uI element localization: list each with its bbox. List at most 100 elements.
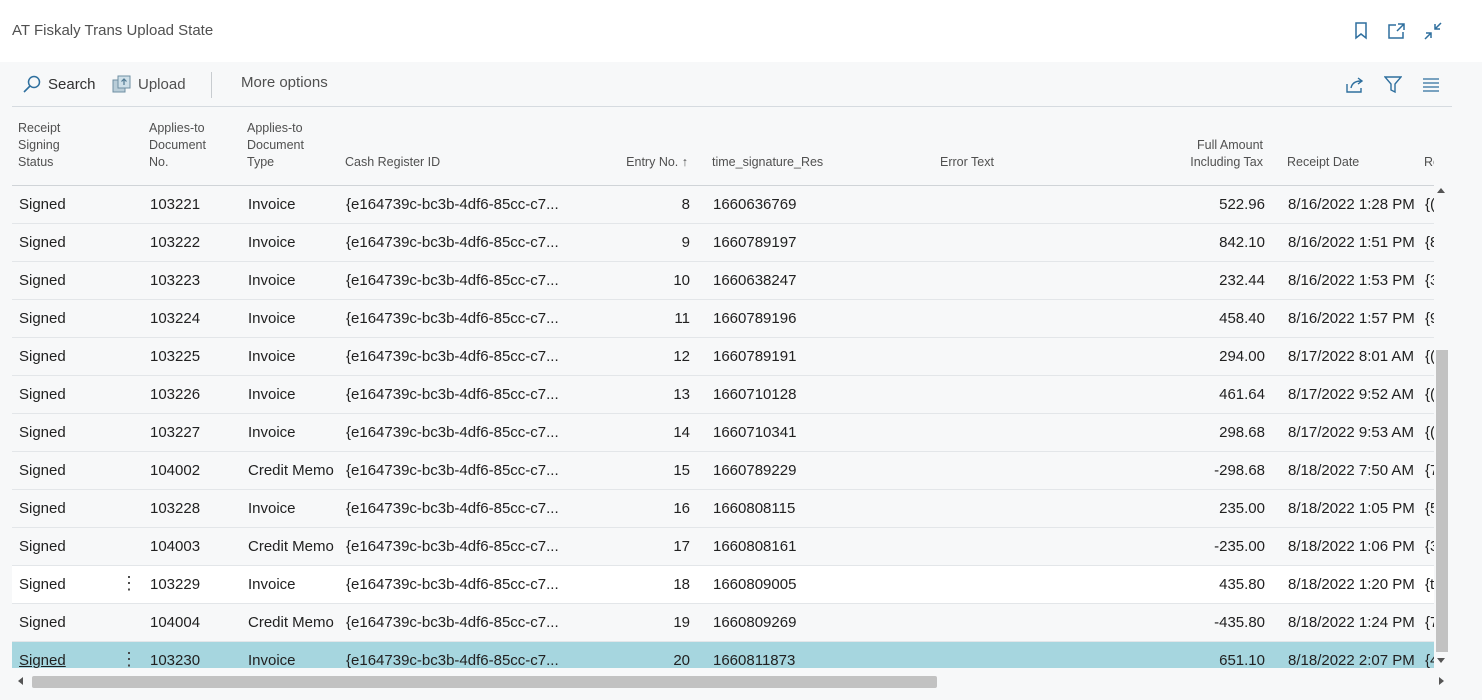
cell-receipt-signing-status[interactable]: Signed [19,576,114,593]
cell-full-amount: 651.10 [1219,652,1265,668]
bookmark-icon[interactable] [1350,20,1372,42]
cell-cash-register-id: {e164739c-bc3b-4df6-85cc-c7... [346,462,559,479]
scroll-right-arrow[interactable] [1439,677,1444,685]
table-row[interactable]: Signed 103230 Invoice {e164739c-bc3b-4df6-8… [12,642,1434,668]
cell-entry-no: 18 [673,576,690,593]
cell-document-type: Invoice [248,652,296,668]
cell-rece: {5 [1425,500,1434,517]
filter-icon[interactable] [1382,74,1404,96]
table-row[interactable]: Signed 103227 Invoice {e164739c-bc3b-4df6-8… [12,414,1434,452]
scroll-down-arrow[interactable] [1437,658,1445,663]
cell-receipt-signing-status[interactable]: Signed [19,348,114,365]
cell-receipt-date: 8/16/2022 1:53 PM [1288,272,1415,289]
cell-receipt-signing-status[interactable]: Signed [19,234,114,251]
cell-full-amount: 458.40 [1219,310,1265,327]
table-row[interactable]: Signed 103229 Invoice {e164739c-bc3b-4df6-8… [12,566,1434,604]
column-header-entry-no[interactable]: Entry No. ↑ [572,154,688,171]
list-view-icon[interactable] [1420,74,1442,96]
cell-receipt-signing-status[interactable]: Signed [19,272,114,289]
cell-rece: {( [1425,424,1434,441]
cell-receipt-signing-status[interactable]: Signed [19,196,114,213]
search-button[interactable]: Search [22,74,96,94]
cell-receipt-date: 8/18/2022 1:24 PM [1288,614,1415,631]
table-row[interactable]: Signed 103226 Invoice {e164739c-bc3b-4df6-8… [12,376,1434,414]
table-row[interactable]: Signed 104004 Credit Memo {e164739c-bc3b-4d… [12,604,1434,642]
cell-receipt-signing-status[interactable]: Signed [19,386,114,403]
vertical-scrollbar[interactable] [1435,185,1449,668]
upload-button[interactable]: Upload [112,74,186,94]
cell-full-amount: 842.10 [1219,234,1265,251]
cell-rece: {3 [1425,538,1434,555]
cell-document-no: 103221 [150,196,201,213]
column-header-applies-to-document-type[interactable]: Applies-to Document Type [247,120,304,171]
cell-receipt-signing-status[interactable]: Signed [19,424,114,441]
column-header-applies-to-document-no[interactable]: Applies-to Document No. [149,120,206,171]
cell-document-no: 103222 [150,234,201,251]
cell-receipt-date: 8/16/2022 1:57 PM [1288,310,1415,327]
cell-receipt-date: 8/18/2022 2:07 PM [1288,652,1415,668]
cell-receipt-signing-status[interactable]: Signed [19,462,114,479]
cell-rece: {t [1425,576,1434,593]
cell-document-type: Invoice [248,576,296,593]
table-row[interactable]: Signed 103221 Invoice {e164739c-bc3b-4df6-8… [12,186,1434,224]
cell-time-signature-res: 1660710341 [713,424,797,441]
more-options-label: More options [241,74,328,91]
cell-receipt-signing-status[interactable]: Signed [19,500,114,517]
list-actions [1344,74,1442,96]
cell-entry-no: 19 [673,614,690,631]
cell-entry-no: 10 [673,272,690,289]
horizontal-scroll-thumb[interactable] [32,676,937,688]
cell-full-amount: 435.80 [1219,576,1265,593]
more-options-button[interactable]: More options [241,74,328,91]
cell-full-amount: 294.00 [1219,348,1265,365]
table-row[interactable]: Signed 103225 Invoice {e164739c-bc3b-4df6-8… [12,338,1434,376]
table-row[interactable]: Signed 103228 Invoice {e164739c-bc3b-4df6-8… [12,490,1434,528]
cell-time-signature-res: 1660789191 [713,348,797,365]
search-icon [22,74,42,94]
cell-cash-register-id: {e164739c-bc3b-4df6-85cc-c7... [346,424,559,441]
column-header-time-signature-res[interactable]: time_signature_Res [712,154,823,171]
horizontal-scrollbar[interactable] [12,672,1449,690]
scroll-up-arrow[interactable] [1437,188,1445,193]
cell-rece: {9 [1425,310,1434,327]
table-row[interactable]: Signed 103222 Invoice {e164739c-bc3b-4df6-8… [12,224,1434,262]
cell-time-signature-res: 1660789196 [713,310,797,327]
cell-receipt-signing-status[interactable]: Signed [19,652,114,668]
cell-document-no: 103227 [150,424,201,441]
column-header-receipt-signing-status[interactable]: Receipt Signing Status [18,120,60,171]
cell-document-no: 104003 [150,538,201,555]
cell-time-signature-res: 1660811873 [713,652,796,668]
column-header-rece[interactable]: Rece [1424,154,1434,171]
column-header-full-amount-including-tax[interactable]: Full Amount Including Tax [1132,137,1263,171]
cell-document-type: Invoice [248,424,296,441]
cell-time-signature-res: 1660789197 [713,234,797,251]
cell-receipt-date: 8/18/2022 7:50 AM [1288,462,1414,479]
table-row[interactable]: Signed 103223 Invoice {e164739c-bc3b-4df6-8… [12,262,1434,300]
table-row[interactable]: Signed 103224 Invoice {e164739c-bc3b-4df6-8… [12,300,1434,338]
vertical-scroll-thumb[interactable] [1436,350,1448,652]
scroll-left-arrow[interactable] [18,677,23,685]
cell-document-type: Invoice [248,386,296,403]
cell-time-signature-res: 1660808161 [713,538,797,555]
column-header-cash-register-id[interactable]: Cash Register ID [345,154,440,171]
grid-header: Receipt Signing Status Applies-to Docume… [12,108,1434,186]
cell-full-amount: -235.00 [1214,538,1265,555]
row-actions-menu-icon[interactable]: ⋮ [120,649,138,668]
column-header-error-text[interactable]: Error Text [940,154,994,171]
open-in-new-window-icon[interactable] [1386,20,1408,42]
table-row[interactable]: Signed 104003 Credit Memo {e164739c-bc3b-4d… [12,528,1434,566]
cell-time-signature-res: 1660636769 [713,196,797,213]
cell-receipt-signing-status[interactable]: Signed [19,614,114,631]
row-actions-menu-icon[interactable]: ⋮ [120,573,138,595]
cell-receipt-date: 8/16/2022 1:51 PM [1288,234,1415,251]
cell-receipt-signing-status[interactable]: Signed [19,538,114,555]
column-header-receipt-date[interactable]: Receipt Date [1287,154,1359,171]
cell-document-no: 103229 [150,576,201,593]
collapse-icon[interactable] [1422,20,1444,42]
share-icon[interactable] [1344,74,1366,96]
cell-rece: {3 [1425,272,1434,289]
cell-full-amount: 522.96 [1219,196,1265,213]
cell-document-type: Credit Memo [248,538,334,555]
table-row[interactable]: Signed 104002 Credit Memo {e164739c-bc3b-4d… [12,452,1434,490]
cell-receipt-signing-status[interactable]: Signed [19,310,114,327]
